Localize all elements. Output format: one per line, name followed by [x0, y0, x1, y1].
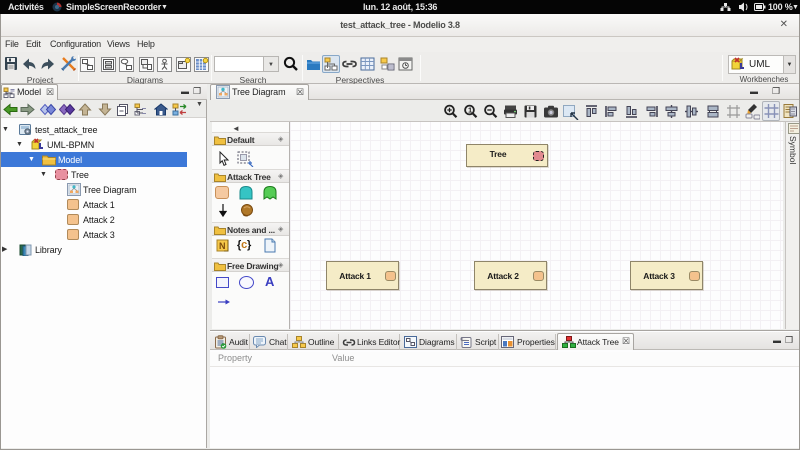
- svg-text:N: N: [219, 241, 225, 251]
- svg-text:1: 1: [468, 106, 472, 115]
